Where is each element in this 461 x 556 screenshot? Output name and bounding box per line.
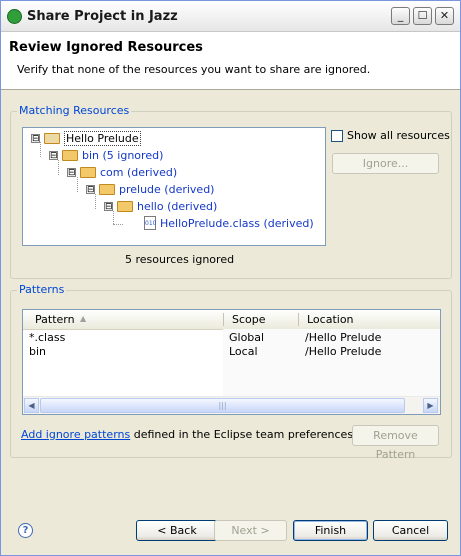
share-project-dialog: Share Project in Jazz _ ☐ ✕ Review Ignor… <box>0 0 461 556</box>
ignored-summary: 5 resources ignored <box>125 253 235 266</box>
collapse-icon[interactable]: ⊟ <box>86 185 95 195</box>
folder-icon <box>117 201 133 212</box>
tree-node-label: hello (derived) <box>137 200 218 213</box>
table-row-1-scope[interactable]: Local <box>229 345 258 358</box>
help-icon[interactable]: ? <box>18 523 33 538</box>
tree-node-helloprelude-class[interactable]: 010 HelloPrelude.class (derived) <box>144 216 314 230</box>
tree-node-hello[interactable]: ⊟ hello (derived) <box>104 200 217 213</box>
tree-node-prelude[interactable]: ⊟ prelude (derived) <box>86 183 214 196</box>
cancel-button[interactable]: Cancel <box>373 520 448 541</box>
patterns-legend: Patterns <box>17 283 67 296</box>
column-header-pattern[interactable]: Pattern <box>35 313 75 326</box>
add-ignore-patterns-link[interactable]: Add ignore patterns <box>21 428 130 441</box>
jazz-app-icon <box>7 9 22 24</box>
next-button[interactable]: Next > <box>214 520 287 541</box>
folder-icon <box>99 184 115 195</box>
back-button[interactable]: < Back <box>136 520 218 541</box>
table-row-0-location[interactable]: /Hello Prelude <box>305 331 381 344</box>
horizontal-scrollbar[interactable]: ◀ ||| ▶ <box>23 396 440 414</box>
column-header-scope[interactable]: Scope <box>232 313 266 326</box>
table-row-0-pattern[interactable]: *.class <box>29 331 65 344</box>
tree-node-label: HelloPrelude.class (derived) <box>160 216 314 230</box>
maximize-button[interactable]: ☐ <box>413 7 432 25</box>
tree-node-hello-prelude[interactable]: ⊟ Hello Prelude <box>31 131 141 146</box>
title-bar[interactable]: Share Project in Jazz _ ☐ ✕ <box>1 1 460 32</box>
class-file-icon: 010 <box>144 216 156 230</box>
scroll-thumb[interactable]: ||| <box>40 398 405 413</box>
collapse-icon[interactable]: ⊟ <box>67 168 76 178</box>
tree-node-com[interactable]: ⊟ com (derived) <box>67 166 177 179</box>
patterns-table[interactable]: Pattern ▲ Scope Location *.class Global … <box>22 309 441 415</box>
tree-node-label: prelude (derived) <box>119 183 215 196</box>
window-title: Share Project in Jazz <box>27 9 178 24</box>
scroll-right-icon[interactable]: ▶ <box>423 398 438 413</box>
folder-icon <box>62 150 78 161</box>
tree-node-bin[interactable]: ⊟ bin (5 ignored) <box>49 149 163 162</box>
project-folder-icon <box>44 133 60 144</box>
tree-node-label: com (derived) <box>100 166 178 179</box>
show-all-resources-checkbox[interactable] <box>331 130 343 142</box>
collapse-icon[interactable]: ⊟ <box>31 134 40 144</box>
table-header: Pattern ▲ Scope Location <box>23 310 440 330</box>
matching-resources-legend: Matching Resources <box>17 104 132 117</box>
folder-icon <box>80 167 96 178</box>
column-header-location[interactable]: Location <box>307 313 354 326</box>
show-all-resources-label[interactable]: Show all resources <box>347 129 450 142</box>
page-title: Review Ignored Resources <box>9 40 203 55</box>
tree-node-label: bin (5 ignored) <box>82 149 164 162</box>
scroll-left-icon[interactable]: ◀ <box>24 398 39 413</box>
collapse-icon[interactable]: ⊟ <box>104 202 113 212</box>
resources-tree[interactable]: ⊟ Hello Prelude ⊟ bin (5 ignored) ⊟ com … <box>22 127 326 246</box>
collapse-icon[interactable]: ⊟ <box>49 151 58 161</box>
add-patterns-suffix: defined in the Eclipse team preferences. <box>130 428 357 441</box>
ignore-button[interactable]: Ignore... <box>332 153 439 174</box>
add-patterns-text: Add ignore patterns defined in the Eclip… <box>21 428 357 441</box>
table-row-0-scope[interactable]: Global <box>229 331 264 344</box>
wizard-header: Review Ignored Resources Verify that non… <box>1 32 460 90</box>
remove-pattern-button[interactable]: Remove Pattern <box>352 425 439 461</box>
table-row-1-pattern[interactable]: bin <box>29 345 46 358</box>
minimize-button[interactable]: _ <box>391 7 410 25</box>
finish-button[interactable]: Finish <box>293 520 368 541</box>
close-button[interactable]: ✕ <box>435 7 454 25</box>
tree-node-label: Hello Prelude <box>64 131 141 146</box>
table-row-1-location[interactable]: /Hello Prelude <box>305 345 381 358</box>
page-description: Verify that none of the resources you wa… <box>17 63 371 76</box>
sort-ascending-icon: ▲ <box>80 314 87 323</box>
